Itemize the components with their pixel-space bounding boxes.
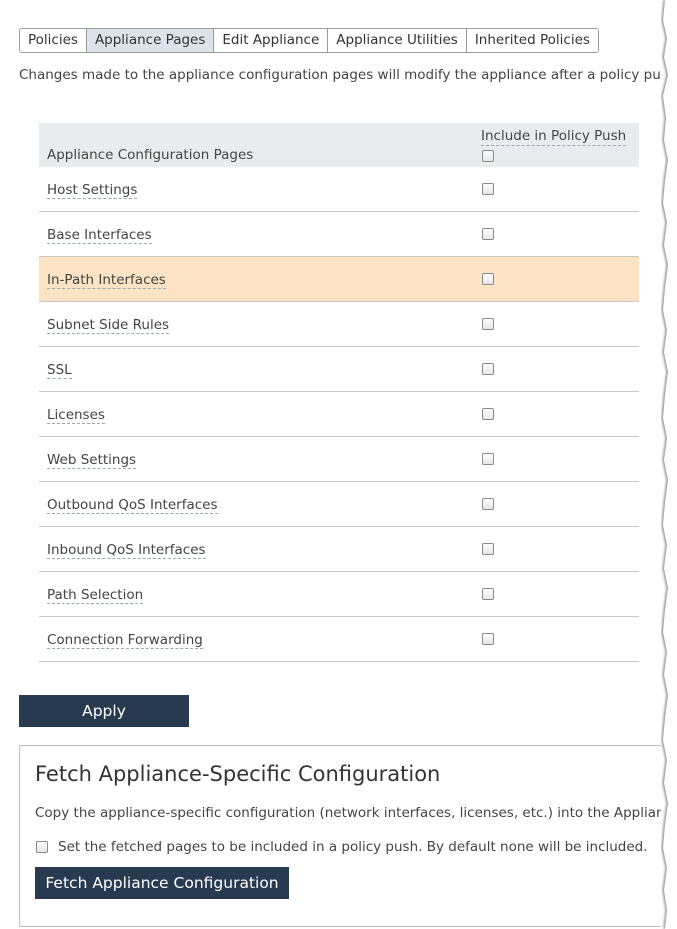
table-row: Web Settings	[39, 437, 639, 482]
include-checkbox[interactable]	[482, 318, 494, 330]
include-checkbox[interactable]	[482, 273, 494, 285]
config-page-link[interactable]: Web Settings	[47, 452, 137, 469]
table-row: Base Interfaces	[39, 212, 639, 257]
select-all-checkbox[interactable]	[482, 150, 494, 162]
config-page-link[interactable]: Outbound QoS Interfaces	[47, 497, 218, 514]
config-page-link[interactable]: Connection Forwarding	[47, 632, 203, 649]
apply-button[interactable]: Apply	[19, 695, 189, 727]
header-config-pages: Appliance Configuration Pages	[47, 147, 254, 163]
include-checkbox[interactable]	[482, 633, 494, 645]
fetch-config-button[interactable]: Fetch Appliance Configuration	[35, 867, 289, 899]
include-fetched-label: Set the fetched pages to be included in …	[58, 839, 648, 855]
include-checkbox[interactable]	[482, 228, 494, 240]
config-page-link[interactable]: Subnet Side Rules	[47, 317, 170, 334]
table-row: In-Path Interfaces	[39, 257, 639, 302]
table-header: Appliance Configuration Pages Include in…	[39, 123, 639, 167]
tab-appliance-utilities[interactable]: Appliance Utilities	[328, 29, 467, 52]
intro-text: Changes made to the appliance configurat…	[19, 67, 677, 83]
torn-edge	[661, 0, 677, 929]
fetch-title: Fetch Appliance-Specific Configuration	[35, 762, 441, 786]
config-page-link[interactable]: Path Selection	[47, 587, 144, 604]
include-checkbox[interactable]	[482, 453, 494, 465]
config-page-link[interactable]: Base Interfaces	[47, 227, 152, 244]
table-row: Outbound QoS Interfaces	[39, 482, 639, 527]
header-include-in-push: Include in Policy Push	[481, 128, 627, 146]
config-pages-table: Appliance Configuration Pages Include in…	[39, 123, 639, 662]
include-checkbox[interactable]	[482, 543, 494, 555]
config-page-link[interactable]: SSL	[47, 362, 72, 379]
include-checkbox[interactable]	[482, 408, 494, 420]
fetch-description: Copy the appliance-specific configuratio…	[35, 805, 677, 821]
include-checkbox[interactable]	[482, 183, 494, 195]
config-page-link[interactable]: Licenses	[47, 407, 105, 424]
config-page-link[interactable]: In-Path Interfaces	[47, 272, 166, 289]
tab-appliance-pages[interactable]: Appliance Pages	[86, 29, 215, 52]
tab-policies[interactable]: Policies	[20, 29, 87, 52]
config-page-link[interactable]: Inbound QoS Interfaces	[47, 542, 206, 559]
include-checkbox[interactable]	[482, 498, 494, 510]
include-checkbox[interactable]	[482, 588, 494, 600]
tab-edit-appliance[interactable]: Edit Appliance	[214, 29, 329, 52]
fetch-config-panel: Fetch Appliance-Specific Configuration C…	[19, 745, 677, 927]
table-row: Inbound QoS Interfaces	[39, 527, 639, 572]
config-page-link[interactable]: Host Settings	[47, 182, 138, 199]
table-row: Subnet Side Rules	[39, 302, 639, 347]
tab-bar: Policies Appliance Pages Edit Appliance …	[19, 28, 599, 53]
table-row: Path Selection	[39, 572, 639, 617]
include-fetched-checkbox[interactable]	[36, 841, 48, 853]
include-checkbox[interactable]	[482, 363, 494, 375]
table-row: Licenses	[39, 392, 639, 437]
table-row: Connection Forwarding	[39, 617, 639, 662]
table-row: SSL	[39, 347, 639, 392]
tab-inherited-policies[interactable]: Inherited Policies	[466, 29, 598, 52]
table-row: Host Settings	[39, 167, 639, 212]
